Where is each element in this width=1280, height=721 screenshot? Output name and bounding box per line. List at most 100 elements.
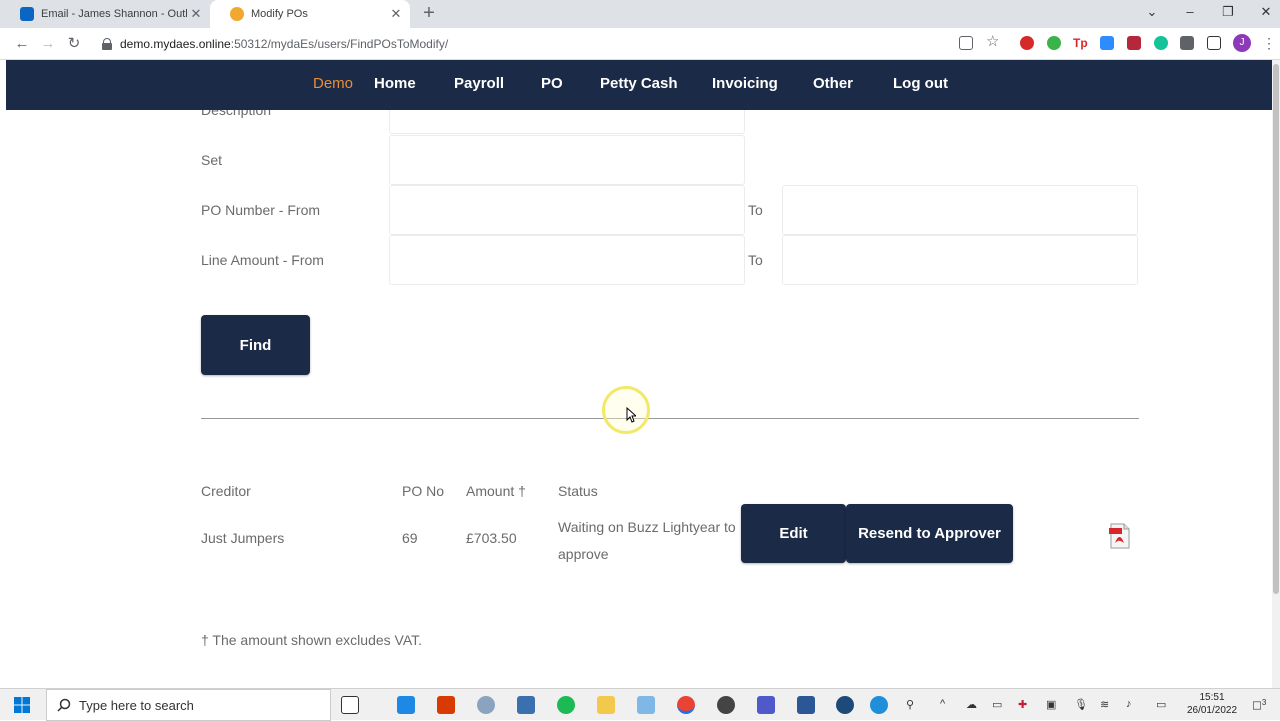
resend-to-approver-button[interactable]: Resend to Approver	[846, 504, 1013, 563]
restore-button[interactable]: ❐	[1218, 4, 1238, 20]
new-tab-button[interactable]: +	[419, 3, 439, 23]
task-view-icon[interactable]	[341, 696, 359, 714]
nav-other[interactable]: Other	[813, 75, 853, 92]
help-icon[interactable]	[870, 696, 888, 714]
spotify-icon[interactable]	[557, 696, 575, 714]
grammarly-icon[interactable]	[1154, 36, 1168, 50]
teams-icon[interactable]	[757, 696, 775, 714]
set-input[interactable]	[389, 135, 745, 185]
extension-green-icon[interactable]	[1047, 36, 1061, 50]
remote-desktop-icon[interactable]	[797, 696, 815, 714]
edit-button[interactable]: Edit	[741, 504, 846, 563]
line-amount-from-input[interactable]	[389, 235, 745, 285]
tab-title: Email - James Shannon - Outlook	[41, 8, 188, 20]
windows-start-icon[interactable]	[14, 697, 30, 713]
header-amount: Amount †	[466, 483, 526, 499]
search-placeholder: Type here to search	[79, 697, 194, 713]
settings-gear-icon[interactable]	[717, 696, 735, 714]
address-bar[interactable]: demo.mydaes.online:50312/mydaEs/users/Fi…	[96, 31, 1010, 57]
site-navbar: Demo Home Payroll PO Petty Cash Invoicin…	[6, 60, 1272, 110]
microphone-icon[interactable]: 🎙	[1074, 698, 1088, 711]
header-po-no: PO No	[402, 483, 445, 499]
po-number-to-label: To	[748, 202, 763, 218]
set-label: Set	[201, 152, 223, 168]
header-status: Status	[558, 483, 598, 499]
back-icon[interactable]: ←	[12, 34, 32, 54]
window-close-button[interactable]: ✕	[1256, 4, 1276, 20]
mouse-pointer-icon	[626, 407, 636, 423]
url-text: demo.mydaes.online:50312/mydaEs/users/Fi…	[120, 37, 448, 51]
scrollbar-thumb[interactable]	[1273, 64, 1279, 594]
side-panel-icon[interactable]	[1207, 36, 1221, 50]
browser-tab-strip: Email - James Shannon - Outlook ✕ Modify…	[0, 0, 1280, 28]
cell-amount: £703.50	[466, 530, 517, 546]
description-label: Description	[201, 110, 272, 118]
taskbar-search[interactable]: Type here to search	[46, 689, 331, 721]
browser-toolbar: ← → ↻ demo.mydaes.online:50312/mydaEs/us…	[0, 28, 1280, 60]
nav-home[interactable]: Home	[374, 75, 416, 92]
description-input[interactable]	[389, 110, 745, 134]
clock-date: 26/01/2022	[1186, 705, 1238, 716]
store-icon[interactable]	[397, 696, 415, 714]
app-icon[interactable]	[477, 696, 495, 714]
volume-icon[interactable]: ♪	[1126, 698, 1132, 710]
chrome-icon[interactable]	[677, 696, 695, 714]
tab-search-chevron-icon[interactable]: ⌄	[1142, 4, 1162, 20]
taskbar-clock[interactable]: 15:51 26/01/2022	[1182, 691, 1242, 717]
people-icon[interactable]: ⚲	[906, 698, 914, 711]
battery-icon[interactable]: ▭	[992, 698, 1002, 711]
bookmark-star-icon[interactable]: ☆	[986, 34, 1000, 49]
page-scrollbar[interactable]	[1272, 60, 1280, 688]
tp-extension-icon[interactable]: Tp	[1073, 36, 1088, 50]
po-number-to-input[interactable]	[782, 185, 1138, 235]
po-number-from-input[interactable]	[389, 185, 745, 235]
browser-menu-icon[interactable]: ⋮	[1262, 36, 1276, 50]
nav-petty-cash[interactable]: Petty Cash	[600, 75, 678, 92]
notifications-icon[interactable]: ☐3	[1252, 698, 1266, 713]
office-icon[interactable]	[437, 696, 455, 714]
nav-payroll[interactable]: Payroll	[454, 75, 504, 92]
extension-red-icon[interactable]	[1127, 36, 1141, 50]
meet-now-icon[interactable]: ▣	[1046, 698, 1056, 711]
line-amount-from-label: Line Amount - From	[201, 252, 324, 268]
share-icon[interactable]	[959, 36, 973, 50]
find-button[interactable]: Find	[201, 315, 310, 375]
pdf-icon[interactable]	[1109, 523, 1131, 549]
po-number-from-label: PO Number - From	[201, 202, 321, 218]
forward-icon[interactable]: →	[38, 34, 58, 54]
brand-link[interactable]: Demo	[313, 75, 353, 92]
opera-extension-icon[interactable]	[1020, 36, 1034, 50]
extensions-puzzle-icon[interactable]	[1180, 36, 1194, 50]
close-icon[interactable]: ✕	[188, 6, 204, 22]
nav-log-out[interactable]: Log out	[893, 75, 948, 92]
tray-app-icon[interactable]: ✚	[1018, 698, 1027, 711]
zoom-extension-icon[interactable]	[1100, 36, 1114, 50]
tab-outlook[interactable]: Email - James Shannon - Outlook ✕	[0, 0, 210, 28]
search-icon	[57, 698, 71, 712]
notification-count: 3	[1261, 698, 1267, 707]
minimize-button[interactable]: –	[1180, 4, 1200, 19]
section-divider	[201, 418, 1139, 419]
nav-po[interactable]: PO	[541, 75, 563, 92]
outlook-icon	[20, 7, 34, 21]
tab-modify-pos[interactable]: Modify POs ✕	[210, 0, 410, 28]
keyboard-icon[interactable]: ▭	[1156, 698, 1166, 711]
clock-time: 15:51	[1199, 692, 1225, 703]
app-icon-2[interactable]	[637, 696, 655, 714]
close-icon[interactable]: ✕	[388, 6, 404, 22]
tab-title: Modify POs	[251, 8, 308, 20]
reload-icon[interactable]: ↻	[64, 34, 84, 54]
file-explorer-icon[interactable]	[597, 696, 615, 714]
tray-chevron-icon[interactable]: ^	[940, 698, 945, 710]
cortana-icon[interactable]	[836, 696, 854, 714]
nav-invoicing[interactable]: Invoicing	[712, 75, 778, 92]
cell-po-no: 69	[402, 530, 418, 546]
header-creditor: Creditor	[201, 483, 251, 499]
wifi-icon[interactable]: ≋	[1100, 698, 1109, 711]
calculator-icon[interactable]	[517, 696, 535, 714]
line-amount-to-input[interactable]	[782, 235, 1138, 285]
windows-taskbar: Type here to search ⚲ ^ ☁ ▭ ✚ ▣ 🎙 ≋ ♪ ▭ …	[0, 688, 1280, 721]
profile-avatar[interactable]: J	[1233, 34, 1251, 52]
onedrive-icon[interactable]: ☁	[966, 698, 977, 711]
url-host: demo.mydaes.online	[120, 37, 231, 51]
